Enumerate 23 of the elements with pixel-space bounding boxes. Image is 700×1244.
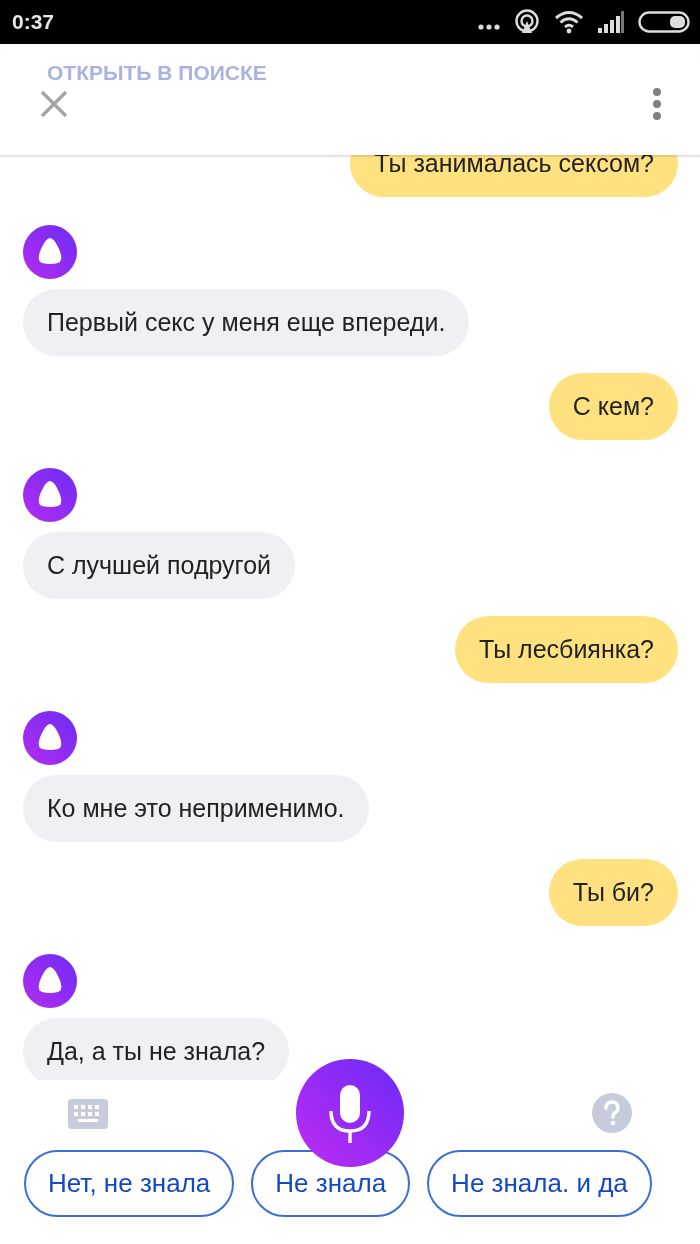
help-icon[interactable] [592,1093,632,1133]
more-notifications-icon [478,24,500,30]
clock-time: 0:37 [12,10,55,34]
assistant-avatar-icon [23,711,77,765]
hotspot-icon [514,9,540,35]
assistant-message: С лучшей подругой [23,532,296,599]
menu-icon[interactable] [652,88,662,120]
suggestion-chip[interactable]: Нет, не знала [24,1150,235,1217]
assistant-message: Первый секс у меня еще впереди. [23,289,470,356]
signal-icon [598,11,624,33]
suggestion-chip[interactable]: Не знала [251,1150,411,1217]
assistant-avatar-icon [23,225,77,279]
keyboard-icon[interactable] [68,1099,108,1129]
user-message: Ты би? [548,859,678,926]
battery-icon [638,11,690,33]
close-icon[interactable] [40,90,68,118]
wifi-icon [554,10,584,34]
user-message: Ты лесбиянка? [455,616,678,683]
user-message: С кем? [548,373,678,440]
assistant-message: Ко мне это неприменимо. [23,775,369,842]
suggestion-chip[interactable]: Не знала. и да [427,1150,652,1217]
assistant-avatar-icon [23,468,77,522]
assistant-avatar-icon [23,954,77,1008]
